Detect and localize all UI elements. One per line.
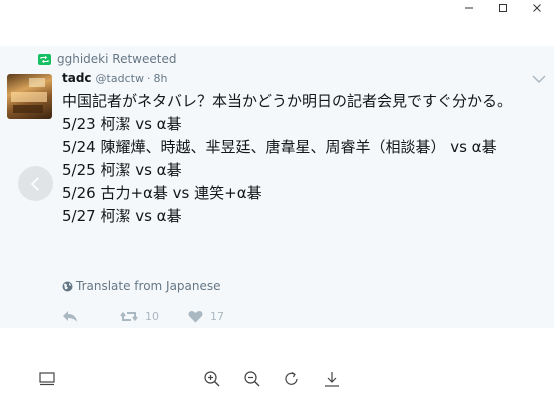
rotate-button[interactable] — [283, 370, 301, 388]
window-controls — [452, 0, 554, 16]
zoom-out-button[interactable] — [243, 370, 261, 388]
tweet-text: 中国記者がネタバレ？本当かどうか明日の記者会見ですぐ分かる。 5/23 柯潔 v… — [62, 92, 513, 225]
heart-icon — [188, 310, 203, 322]
tweet-time[interactable]: 8h — [153, 72, 167, 85]
retweet-icon — [120, 311, 138, 321]
download-icon — [325, 372, 339, 387]
maximize-icon — [499, 4, 507, 12]
reply-icon — [63, 310, 77, 322]
retweet-context: gghideki Retweeted — [38, 51, 176, 67]
previous-button[interactable] — [18, 166, 53, 201]
like-button[interactable]: 17 — [188, 310, 224, 323]
translate-link[interactable]: Translate from Japanese — [62, 278, 221, 294]
globe-icon — [62, 281, 73, 291]
tweet-header: tadc @tadctw · 8h — [62, 71, 167, 87]
rotate-icon — [285, 371, 298, 385]
layout-icon — [39, 372, 55, 386]
retweet-count: 10 — [145, 309, 159, 323]
zoom-out-icon — [244, 371, 260, 387]
translate-label: Translate from Japanese — [76, 279, 221, 293]
retweeted-by-label[interactable]: gghideki Retweeted — [57, 52, 176, 66]
author-handle[interactable]: @tadctw — [96, 72, 144, 85]
close-icon — [533, 4, 541, 12]
minimize-button[interactable] — [452, 0, 486, 16]
retweet-badge-icon — [38, 53, 51, 65]
tweet-card: gghideki Retweeted tadc @tadctw · 8h 中国記… — [0, 46, 554, 328]
retweet-button[interactable]: 10 — [120, 310, 188, 323]
chevron-down-icon[interactable] — [532, 74, 546, 84]
minimize-icon — [465, 7, 473, 9]
image-viewer-window: gghideki Retweeted tadc @tadctw · 8h 中国記… — [0, 0, 554, 408]
reply-button[interactable] — [62, 310, 120, 323]
zoom-in-button[interactable] — [203, 370, 221, 388]
close-button[interactable] — [520, 0, 554, 16]
like-count: 17 — [210, 309, 224, 323]
author-name[interactable]: tadc — [62, 71, 92, 85]
layout-button[interactable] — [38, 370, 56, 388]
download-button[interactable] — [323, 370, 341, 388]
avatar[interactable] — [7, 74, 52, 119]
zoom-in-icon — [204, 371, 220, 387]
tweet-actions: 10 17 — [62, 306, 224, 326]
maximize-button[interactable] — [486, 0, 520, 16]
chevron-left-icon — [30, 176, 39, 191]
separator-dot: · — [146, 72, 151, 85]
